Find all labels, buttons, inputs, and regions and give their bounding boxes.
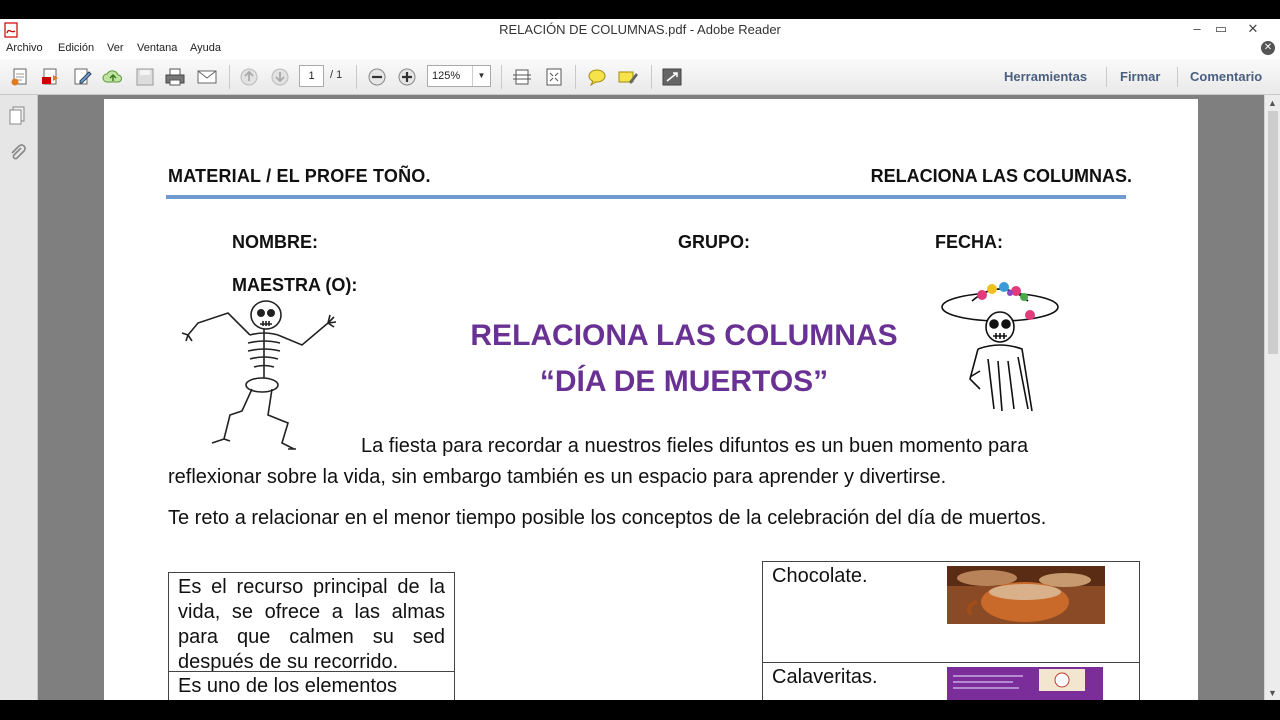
header-rule xyxy=(166,195,1126,199)
instruction-text: Te reto a relacionar en el menor tiempo … xyxy=(168,507,1047,529)
next-page-icon[interactable] xyxy=(269,67,291,87)
zoom-level-value: 125% xyxy=(432,70,461,82)
fit-page-icon[interactable] xyxy=(511,67,533,87)
close-button[interactable]: ✕ xyxy=(1240,19,1266,41)
pdf-page: MATERIAL / EL PROFE TOÑO. RELACIONA LAS … xyxy=(104,99,1198,700)
toolbar-separator xyxy=(1177,67,1178,87)
left-column-cell: Es el recurso principal de la vida, se o… xyxy=(168,572,455,673)
upload-cloud-icon[interactable] xyxy=(102,67,124,87)
skeleton-illustration xyxy=(174,293,344,453)
nombre-label: NOMBRE: xyxy=(232,232,318,252)
navigation-pane xyxy=(0,95,38,700)
worksheet-title-line1: RELACIONA LAS COLUMNAS xyxy=(470,319,898,352)
restore-button[interactable]: ▭ xyxy=(1208,19,1234,41)
zoom-in-icon[interactable] xyxy=(396,67,418,87)
menu-ayuda[interactable]: Ayuda xyxy=(190,42,221,54)
right-column-label: Calaveritas. xyxy=(772,666,878,688)
window-title: RELACIÓN DE COLUMNAS.pdf - Adobe Reader xyxy=(499,22,781,37)
attachments-icon[interactable] xyxy=(8,143,28,163)
adobe-reader-window: RELACIÓN DE COLUMNAS.pdf - Adobe Reader … xyxy=(0,0,1280,720)
left-column-cell: Es uno de los elementos xyxy=(168,671,455,700)
document-view[interactable]: MATERIAL / EL PROFE TOÑO. RELACIONA LAS … xyxy=(38,95,1264,700)
page-total-label: / 1 xyxy=(330,69,343,81)
full-screen-fit-icon[interactable] xyxy=(543,67,565,87)
herramientas-button[interactable]: Herramientas xyxy=(1004,69,1087,84)
edit-pdf-icon[interactable] xyxy=(72,67,94,87)
calaveritas-poster-image xyxy=(947,667,1103,700)
chocolate-photo xyxy=(947,566,1105,624)
menu-archivo[interactable]: Archivo xyxy=(6,42,43,54)
intro-line-2: reflexionar sobre la vida, sin embargo t… xyxy=(168,466,947,488)
menu-ventana[interactable]: Ventana xyxy=(137,42,177,54)
toolbar: 1 / 1 125% ▼ Herramientas Firmar Comenta… xyxy=(0,59,1280,95)
email-icon[interactable] xyxy=(196,67,218,87)
document-close-button[interactable]: ✕ xyxy=(1261,41,1275,55)
previous-page-icon[interactable] xyxy=(238,67,260,87)
scroll-up-icon[interactable]: ▲ xyxy=(1268,98,1277,108)
expand-icon[interactable] xyxy=(661,67,683,87)
menu-edicion[interactable]: Edición xyxy=(58,42,94,54)
scroll-down-icon[interactable]: ▼ xyxy=(1268,688,1277,698)
title-bar: RELACIÓN DE COLUMNAS.pdf - Adobe Reader … xyxy=(0,19,1280,41)
toolbar-separator xyxy=(501,65,502,89)
save-icon[interactable] xyxy=(134,67,156,87)
page-number-input[interactable]: 1 xyxy=(299,65,324,87)
right-column-label: Chocolate. xyxy=(772,565,868,587)
minimize-button[interactable]: – xyxy=(1184,19,1210,41)
toolbar-separator xyxy=(229,65,230,89)
header-right-text: RELACIONA LAS COLUMNAS. xyxy=(870,166,1132,186)
menu-bar: Archivo Edición Ver Ventana Ayuda ✕ xyxy=(0,41,1280,59)
worksheet-title-line2: “DÍA DE MUERTOS” xyxy=(539,365,829,398)
create-pdf-icon[interactable] xyxy=(10,67,32,87)
print-icon[interactable] xyxy=(164,67,186,87)
toolbar-separator xyxy=(356,65,357,89)
header-left-text: MATERIAL / EL PROFE TOÑO. xyxy=(168,166,431,186)
grupo-label: GRUPO: xyxy=(678,232,750,252)
intro-line-1: La fiesta para recordar a nuestros fiele… xyxy=(361,435,1029,457)
fecha-label: FECHA: xyxy=(935,232,1003,252)
right-column-cell: Calaveritas. xyxy=(762,662,1140,700)
export-pdf-icon[interactable] xyxy=(40,67,62,87)
scrollbar-thumb[interactable] xyxy=(1268,111,1278,354)
zoom-level-select[interactable]: 125% ▼ xyxy=(427,65,491,87)
comentario-button[interactable]: Comentario xyxy=(1190,69,1262,84)
zoom-out-icon[interactable] xyxy=(366,67,388,87)
screen-border-top xyxy=(0,0,1280,19)
menu-ver[interactable]: Ver xyxy=(107,42,124,54)
comment-icon[interactable] xyxy=(586,67,608,87)
vertical-scrollbar[interactable]: ▲ ▼ xyxy=(1264,95,1280,700)
highlight-icon[interactable] xyxy=(617,67,639,87)
toolbar-separator xyxy=(651,65,652,89)
chevron-down-icon[interactable]: ▼ xyxy=(472,66,490,86)
right-column-cell: Chocolate. xyxy=(762,561,1140,663)
firmar-button[interactable]: Firmar xyxy=(1120,69,1160,84)
toolbar-separator xyxy=(1106,67,1107,87)
toolbar-separator xyxy=(575,65,576,89)
screen-border-bottom xyxy=(0,700,1280,720)
page-thumbnails-icon[interactable] xyxy=(8,105,28,125)
